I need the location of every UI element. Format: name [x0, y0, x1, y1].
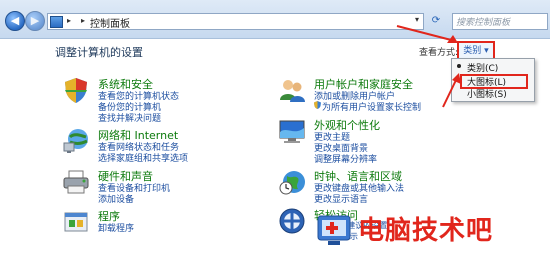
- shield-icon: [65, 78, 87, 103]
- users-icon: [280, 80, 305, 102]
- printer-icon: [63, 170, 89, 194]
- breadcrumb-separator-icon[interactable]: ▸: [81, 16, 85, 25]
- annotation-arrow-icon: [442, 73, 461, 108]
- address-bar[interactable]: ▸ ▸ 控制面板 ▾: [47, 13, 424, 30]
- page-title: 调整计算机的设置: [55, 46, 143, 59]
- appearance-icon: [279, 120, 305, 143]
- programs-icon: [64, 212, 88, 232]
- watermark-logo-icon: [317, 215, 351, 245]
- menu-item-small-icons[interactable]: 小图标(S): [467, 87, 507, 100]
- menu-item-category[interactable]: 类别(C): [467, 61, 498, 74]
- link-add-device[interactable]: 添加设备: [98, 192, 134, 205]
- breadcrumb-control-panel[interactable]: 控制面板: [90, 15, 130, 30]
- network-icon: [63, 129, 88, 153]
- globe-clock-icon: [279, 171, 305, 195]
- link-screen-resolution[interactable]: 调整屏幕分辨率: [314, 152, 377, 165]
- link-troubleshoot[interactable]: 查找并解决问题: [98, 111, 161, 124]
- watermark-text: 电脑技术吧: [358, 216, 494, 246]
- address-dropdown-icon[interactable]: ▾: [415, 15, 419, 24]
- address-toolbar: ◀ ▶ ▸ ▸ 控制面板 ▾ ⟳ 搜索控制面板: [0, 0, 550, 39]
- back-button[interactable]: ◀: [5, 11, 25, 31]
- annotation-arrow-icon: [396, 25, 458, 43]
- selected-dot-icon: [457, 64, 461, 68]
- control-panel-icon: [50, 16, 63, 28]
- breadcrumb-separator-icon[interactable]: ▸: [67, 16, 71, 25]
- forward-button[interactable]: ▶: [25, 11, 45, 31]
- search-input[interactable]: 搜索控制面板: [452, 13, 548, 30]
- uac-shield-icon: [314, 101, 321, 109]
- link-uninstall[interactable]: 卸载程序: [98, 221, 134, 234]
- link-homegroup[interactable]: 选择家庭组和共享选项: [98, 151, 188, 164]
- ease-of-access-icon: [279, 208, 305, 234]
- link-parental-controls[interactable]: 为所有用户设置家长控制: [322, 100, 421, 113]
- link-display-language[interactable]: 更改显示语言: [314, 192, 368, 205]
